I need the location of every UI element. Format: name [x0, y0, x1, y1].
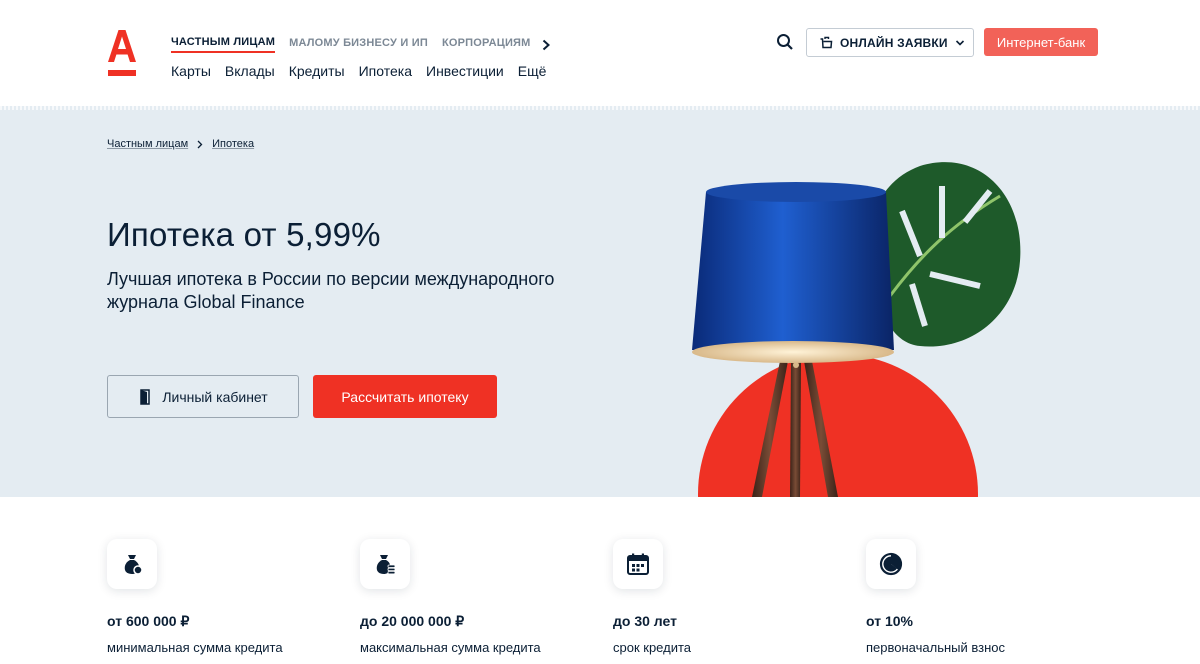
- breadcrumb-private[interactable]: Частным лицам: [107, 138, 188, 150]
- feature-value: до 20 000 000 ₽: [360, 613, 465, 629]
- chevron-right-icon[interactable]: [541, 39, 551, 51]
- hero-divider: [0, 106, 1200, 110]
- personal-cabinet-button[interactable]: Личный кабинет: [107, 375, 299, 418]
- feature-label: максимальная сумма кредита: [360, 640, 541, 655]
- nav-cards[interactable]: Карты: [171, 63, 211, 79]
- chevron-down-icon: [955, 39, 964, 46]
- hero-subtitle: Лучшая ипотека в России по версии междун…: [107, 269, 555, 312]
- feature-value: от 600 000 ₽: [107, 613, 190, 629]
- feature-value: до 30 лет: [613, 613, 677, 629]
- alfa-bank-logo[interactable]: [107, 30, 137, 78]
- segment-switcher: ЧАСТНЫМ ЛИЦАМ МАЛОМУ БИЗНЕСУ И ИП КОРПОР…: [171, 36, 551, 53]
- mortgage-features: от 600 000 ₽ минимальная сумма кредита д…: [0, 497, 1200, 664]
- lamp-illustration: [692, 162, 1021, 497]
- feature-label: первоначальный взнос: [866, 640, 1006, 655]
- page-title: Ипотека от 5,99%: [107, 216, 381, 253]
- nav-investments[interactable]: Инвестиции: [426, 63, 504, 79]
- hero-banner: Частным лицам Ипотека Ипотека от 5,99% Л…: [0, 106, 1200, 497]
- site-header: ЧАСТНЫМ ЛИЦАМ МАЛОМУ БИЗНЕСУ И ИП КОРПОР…: [0, 0, 1200, 106]
- segment-corporations[interactable]: КОРПОРАЦИЯМ: [442, 37, 531, 52]
- cart-icon: [820, 36, 833, 48]
- pie-chart-icon: [866, 539, 916, 589]
- online-orders-button[interactable]: ОНЛАЙН ЗАЯВКИ: [806, 28, 974, 57]
- calculate-mortgage-button[interactable]: Рассчитать ипотеку: [313, 375, 497, 418]
- feature-label: срок кредита: [613, 640, 692, 655]
- nav-mortgage[interactable]: Ипотека: [359, 63, 412, 79]
- nav-more[interactable]: Ещё: [518, 63, 547, 79]
- nav-credits[interactable]: Кредиты: [289, 63, 345, 79]
- money-bag-coins-icon: [360, 539, 410, 589]
- feature-value: от 10%: [866, 613, 913, 629]
- money-bag-icon: [107, 539, 157, 589]
- main-nav: Карты Вклады Кредиты Ипотека Инвестиции …: [171, 63, 546, 79]
- door-icon: [140, 388, 151, 405]
- calendar-icon: [613, 539, 663, 589]
- online-orders-label: ОНЛАЙН ЗАЯВКИ: [840, 35, 948, 50]
- feature-label: минимальная сумма кредита: [107, 640, 283, 655]
- breadcrumb: Частным лицам Ипотека: [107, 138, 254, 150]
- segment-private[interactable]: ЧАСТНЫМ ЛИЦАМ: [171, 36, 276, 53]
- segment-small-business[interactable]: МАЛОМУ БИЗНЕСУ И ИП: [289, 37, 428, 52]
- breadcrumb-mortgage[interactable]: Ипотека: [212, 138, 254, 150]
- internet-bank-button[interactable]: Интернет-банк: [984, 28, 1098, 56]
- chevron-right-icon: [197, 140, 203, 148]
- nav-deposits[interactable]: Вклады: [225, 63, 275, 79]
- search-icon[interactable]: [776, 33, 794, 51]
- personal-cabinet-label: Личный кабинет: [162, 388, 268, 405]
